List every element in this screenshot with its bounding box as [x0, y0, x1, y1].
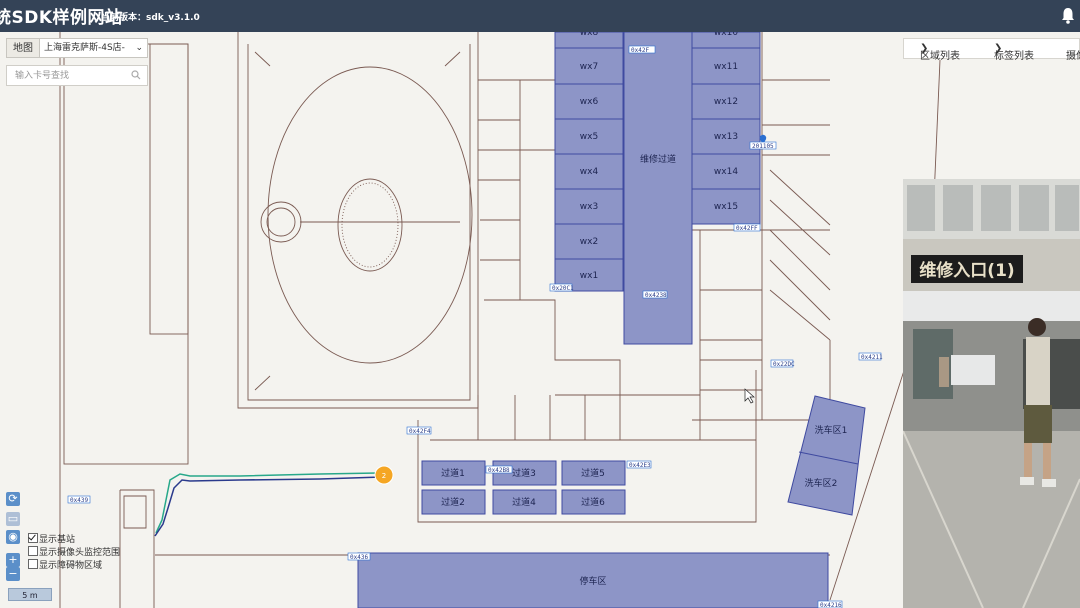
tag-list-label: 标签列表 [994, 51, 1034, 62]
bay-label: wx1 [580, 271, 598, 281]
svg-text:201105: 201105 [752, 143, 774, 150]
map-select-value: 上海雷克萨斯-4S店- [44, 43, 125, 53]
svg-text:0x4238: 0x4238 [645, 292, 667, 299]
card-search-input[interactable]: 输入卡号查找 [6, 65, 148, 86]
region-list-button[interactable]: 区域列表 ❯ [920, 43, 960, 62]
locate-icon[interactable]: ◉ [6, 530, 20, 544]
track-green [155, 472, 379, 534]
layer-label: 显示基站 [39, 535, 76, 545]
cursor-icon [744, 388, 755, 404]
bay-label: wx2 [580, 237, 598, 247]
tag-list-button[interactable]: 标签列表 ❯ [994, 43, 1034, 62]
checkbox[interactable] [28, 546, 38, 556]
aisle-label: 过道6 [581, 496, 605, 508]
bay-label: wx14 [714, 167, 738, 177]
search-icon[interactable] [131, 70, 141, 80]
station-icon: 0x22DC [770, 359, 795, 368]
bell-icon[interactable] [1060, 6, 1076, 24]
station-icon: 0x4211 [858, 352, 883, 361]
zoom-out-button[interactable]: − [6, 567, 20, 581]
svg-text:0x22DC: 0x22DC [773, 361, 795, 368]
layer-label: 显示摄像头监控范围 [39, 548, 121, 558]
station-icon: 0x436 [347, 552, 371, 561]
aisle-label: 过道1 [441, 467, 465, 479]
station-icon: 0x42F [628, 45, 656, 54]
layer-toggle-obstacle-area[interactable]: 显示障碍物区域 [28, 558, 102, 571]
bay-label: wx5 [580, 132, 598, 142]
layer-label: 显示障碍物区域 [39, 561, 103, 571]
chevron-down-icon: ⌄ [135, 43, 143, 53]
bay-label: wx11 [714, 62, 738, 72]
svg-text:0x4211: 0x4211 [861, 354, 883, 361]
checkbox-checked[interactable] [28, 533, 38, 543]
video-sign-text: 维修入口(1) [919, 260, 1014, 281]
checkbox[interactable] [28, 559, 38, 569]
header-bar: 统SDK样例网站 当前版本：sdk_v3.1.0 [0, 0, 1080, 32]
map-button[interactable]: 地图 [6, 38, 40, 58]
layer-toggle-base-station[interactable]: 显示基站 [28, 532, 75, 545]
map-select[interactable]: 上海雷克萨斯-4S店- ⌄ [39, 38, 148, 58]
bay-label-wx8: wx8 [580, 32, 599, 38]
zone-label-wash2: 洗车区2 [805, 477, 838, 489]
station-icon: 0x42FF [733, 223, 761, 232]
scale-bar: 5 m [8, 588, 52, 601]
station-icon: 0x42F4 [406, 426, 432, 435]
station-icon: 0x20C1 [549, 283, 574, 292]
zone-label-wash1: 洗车区1 [815, 424, 848, 436]
svg-text:0x4216: 0x4216 [820, 602, 842, 608]
svg-text:0x42FF: 0x42FF [736, 225, 758, 232]
aisle-label: 过道4 [512, 496, 536, 508]
bay-label: wx15 [714, 202, 738, 212]
station-icon: 0x4216 [817, 600, 843, 608]
zoom-in-button[interactable]: + [6, 553, 20, 567]
camera-label: 摄像 [1066, 51, 1080, 62]
svg-text:0x42B8: 0x42B8 [488, 467, 510, 474]
svg-text:2: 2 [382, 472, 386, 480]
zone-label-repair-aisle: 维修过道 [640, 153, 676, 165]
aisle-label: 过道5 [581, 467, 605, 479]
svg-text:0x439: 0x439 [70, 497, 88, 504]
svg-text:0x20C1: 0x20C1 [552, 285, 574, 292]
svg-text:0x42F: 0x42F [631, 47, 649, 54]
aisle-label: 过道2 [441, 496, 465, 508]
station-icon: 0x439 [67, 495, 91, 504]
region-list-label: 区域列表 [920, 51, 960, 62]
bay-group-right [691, 32, 761, 225]
svg-text:0x42E3: 0x42E3 [629, 462, 651, 469]
bay-label: wx4 [580, 167, 599, 177]
ruler-icon[interactable]: ▭ [6, 512, 20, 526]
svg-text:0x436: 0x436 [350, 554, 368, 561]
track-blue [154, 476, 384, 537]
bay-label: wx12 [714, 97, 738, 107]
svg-text:0x42F4: 0x42F4 [409, 428, 431, 435]
bay-label: wx13 [714, 132, 738, 142]
station-icon: 0x42E3 [626, 460, 652, 469]
refresh-icon[interactable]: ⟳ [6, 492, 20, 506]
search-placeholder: 输入卡号查找 [15, 71, 70, 81]
camera-video-feed[interactable]: 维修入口(1) [903, 179, 1080, 608]
zone-label-parking: 停车区 [579, 575, 606, 587]
bay-label: wx7 [580, 62, 598, 72]
top-right-toolbar: 区域列表 ❯ 标签列表 ❯ 摄像 [903, 38, 1080, 62]
bay-label: wx3 [580, 202, 598, 212]
aisle-label: 过道3 [512, 467, 536, 479]
bay-label-wx10: wx10 [714, 32, 738, 38]
zone-wash [787, 395, 866, 516]
layer-toggle-camera-range[interactable]: 显示摄像头监控范围 [28, 545, 120, 558]
bay-label: wx6 [580, 97, 599, 107]
station-icon: 0x42B8 [485, 465, 513, 474]
station-icon: 0x4238 [642, 290, 668, 299]
version-label: 当前版本：sdk_v3.1.0 [101, 13, 200, 23]
tag-marker: 2 [374, 465, 394, 485]
